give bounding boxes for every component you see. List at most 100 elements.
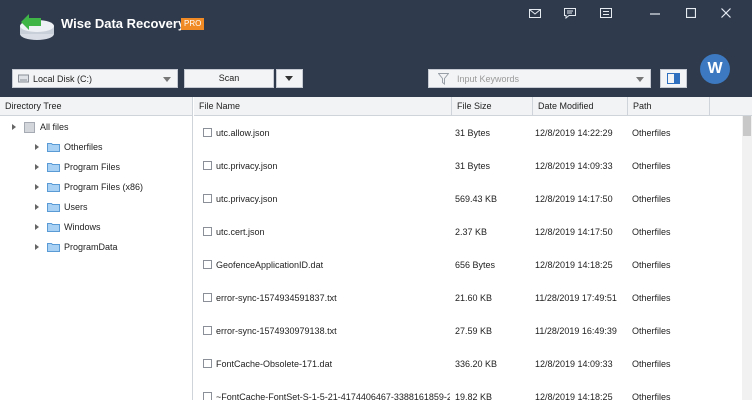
table-row[interactable]: utc.cert.json 2.37 KB 12/8/2019 14:17:50 Ot…	[194, 215, 742, 248]
file-name: utc.privacy.json	[216, 194, 278, 204]
feedback-icon[interactable]	[561, 6, 579, 20]
tree-item[interactable]: Program Files (x86)	[35, 179, 143, 195]
table-row[interactable]: error-sync-1574934591837.txt 21.60 KB 11/2…	[194, 281, 742, 314]
file-size: 2.37 KB	[455, 227, 488, 237]
folder-icon	[47, 203, 60, 212]
maximize-icon[interactable]	[682, 6, 700, 20]
date-modified: 12/8/2019 14:17:50	[535, 194, 613, 204]
file-path: Otherfiles	[632, 293, 671, 303]
file-path: Otherfiles	[632, 392, 671, 400]
file-size: 656 Bytes	[455, 260, 496, 270]
search-field[interactable]	[428, 69, 651, 88]
menu-icon[interactable]	[597, 6, 615, 20]
drive-icon	[18, 74, 29, 83]
row-checkbox[interactable]	[203, 392, 212, 400]
filter-icon	[438, 73, 449, 85]
folder-icon	[47, 223, 60, 232]
file-path: Otherfiles	[632, 260, 671, 270]
toggle-preview-button[interactable]	[660, 69, 687, 88]
tree-item-label: Program Files	[64, 162, 121, 172]
file-name: utc.cert.json	[216, 227, 265, 237]
table-row[interactable]: utc.allow.json 31 Bytes 12/8/2019 14:22:29…	[194, 116, 742, 149]
file-path: Otherfiles	[632, 194, 671, 204]
column-header-path[interactable]: Path	[628, 97, 710, 116]
expand-arrow-icon[interactable]	[35, 224, 39, 230]
expand-arrow-icon[interactable]	[35, 204, 39, 210]
scan-button[interactable]: Scan	[184, 69, 274, 88]
folder-icon	[47, 243, 60, 252]
tree-item-label: ProgramData	[64, 242, 118, 252]
minimize-icon[interactable]	[646, 6, 664, 20]
table-row[interactable]: ~FontCache-FontSet-S-1-5-21-4174406467-3…	[194, 380, 742, 400]
row-checkbox[interactable]	[203, 293, 212, 302]
app-title: Wise Data Recovery	[61, 16, 186, 31]
expand-arrow-icon[interactable]	[35, 244, 39, 250]
row-checkbox[interactable]	[203, 260, 212, 269]
tree-item-label: Users	[64, 202, 88, 212]
column-header-file-size[interactable]: File Size	[452, 97, 533, 116]
tree-item[interactable]: Otherfiles	[35, 139, 103, 155]
date-modified: 11/28/2019 16:49:39	[535, 326, 617, 336]
search-input[interactable]	[457, 73, 627, 84]
file-size: 336.20 KB	[455, 359, 498, 369]
file-size: 27.59 KB	[455, 326, 493, 336]
table-row[interactable]: utc.privacy.json 31 Bytes 12/8/2019 14:09:…	[194, 149, 742, 182]
date-modified: 12/8/2019 14:09:33	[535, 161, 613, 171]
date-modified: 12/8/2019 14:17:50	[535, 227, 613, 237]
user-avatar[interactable]: W	[700, 54, 730, 84]
drive-icon	[24, 121, 35, 133]
row-checkbox[interactable]	[203, 227, 212, 236]
date-modified: 12/8/2019 14:18:25	[535, 260, 613, 270]
file-path: Otherfiles	[632, 227, 671, 237]
file-path: Otherfiles	[632, 161, 671, 171]
row-checkbox[interactable]	[203, 128, 212, 137]
file-size: 19.82 KB	[455, 392, 493, 400]
file-name: utc.allow.json	[216, 128, 270, 138]
vertical-scrollbar[interactable]	[742, 116, 752, 400]
date-modified: 12/8/2019 14:09:33	[535, 359, 613, 369]
chevron-down-icon	[163, 77, 171, 82]
column-header-date-modified[interactable]: Date Modified	[533, 97, 628, 116]
row-checkbox[interactable]	[203, 194, 212, 203]
title-bar: Wise Data Recovery PRO Local Disk (C:) S…	[0, 0, 752, 97]
mail-icon[interactable]	[526, 6, 544, 20]
directory-tree-header: Directory Tree	[0, 97, 193, 116]
tree-item[interactable]: Program Files	[35, 159, 120, 175]
table-row[interactable]: GeofenceApplicationID.dat 656 Bytes 12/8/2…	[194, 248, 742, 281]
pro-badge: PRO	[181, 18, 205, 30]
file-path: Otherfiles	[632, 326, 671, 336]
table-row[interactable]: FontCache-Obsolete-171.dat 336.20 KB 12/8/…	[194, 347, 742, 380]
tree-item-all-files[interactable]: All files	[12, 119, 69, 135]
scrollbar-thumb[interactable]	[743, 116, 751, 136]
tree-item-label: All files	[40, 122, 69, 132]
close-icon[interactable]	[717, 6, 735, 20]
chevron-down-icon	[285, 76, 293, 81]
tree-item[interactable]: Users	[35, 199, 88, 215]
row-checkbox[interactable]	[203, 326, 212, 335]
tree-item[interactable]: Windows	[35, 219, 101, 235]
expand-arrow-icon[interactable]	[35, 184, 39, 190]
expand-arrow-icon[interactable]	[35, 164, 39, 170]
tree-item-label: Program Files (x86)	[64, 182, 144, 192]
table-row[interactable]: error-sync-1574930979138.txt 27.59 KB 11/2…	[194, 314, 742, 347]
expand-arrow-icon[interactable]	[35, 144, 39, 150]
panel-layout-icon	[667, 73, 680, 84]
column-header-file-name[interactable]: File Name	[194, 97, 452, 116]
date-modified: 12/8/2019 14:18:25	[535, 392, 613, 400]
file-name: GeofenceApplicationID.dat	[216, 260, 324, 270]
file-name: error-sync-1574930979138.txt	[216, 326, 337, 336]
drive-label: Local Disk (C:)	[33, 73, 93, 84]
row-checkbox[interactable]	[203, 161, 212, 170]
table-row[interactable]: utc.privacy.json 569.43 KB 12/8/2019 14:17…	[194, 182, 742, 215]
expand-arrow-icon[interactable]	[12, 124, 16, 130]
drive-select[interactable]: Local Disk (C:)	[12, 69, 178, 88]
chevron-down-icon[interactable]	[636, 77, 644, 82]
file-size: 31 Bytes	[455, 128, 491, 138]
folder-icon	[47, 183, 60, 192]
file-name: ~FontCache-FontSet-S-1-5-21-4174406467-3…	[216, 392, 450, 400]
file-size: 569.43 KB	[455, 194, 498, 204]
scan-options-button[interactable]	[276, 69, 303, 88]
tree-item[interactable]: ProgramData	[35, 239, 118, 255]
folder-icon	[47, 163, 60, 172]
row-checkbox[interactable]	[203, 359, 212, 368]
